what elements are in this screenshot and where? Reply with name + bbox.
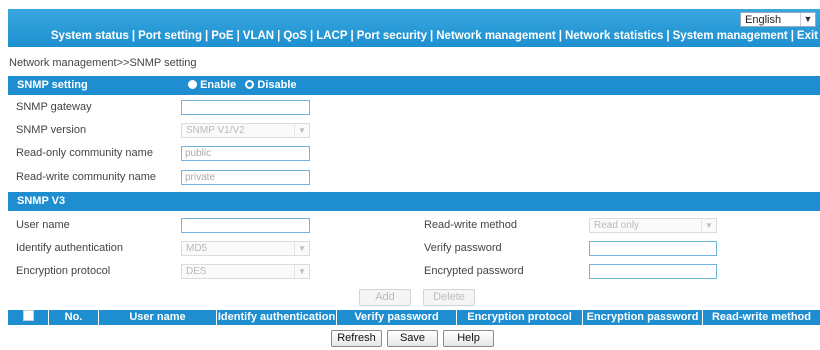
enable-radio[interactable]	[188, 80, 197, 89]
chevron-down-icon: ▼	[294, 242, 309, 255]
version-row: SNMP version SNMP V1/V2 ▼	[8, 119, 820, 142]
gateway-label: SNMP gateway	[16, 101, 92, 113]
snmp-setting-header: SNMP setting Enable Disable	[8, 76, 820, 95]
verify-password-label: Verify password	[424, 242, 502, 254]
language-select[interactable]: English ▼	[740, 12, 816, 27]
breadcrumb: Network management>>SNMP setting	[9, 57, 197, 69]
section-title: SNMP V3	[17, 195, 66, 207]
col-user-name: User name	[98, 310, 216, 325]
nav-qos[interactable]: QoS	[283, 30, 307, 42]
section-title: SNMP setting	[17, 79, 88, 91]
v3-row-2: Identify authentication MD5 ▼ Verify pas…	[8, 237, 820, 260]
enable-label: Enable	[200, 79, 237, 91]
rw-method-value: Read only	[594, 220, 640, 231]
help-button[interactable]: Help	[443, 330, 494, 347]
rw-method-label: Read-write method	[424, 219, 517, 231]
gateway-row: SNMP gateway	[8, 96, 820, 119]
gateway-input[interactable]	[181, 100, 310, 115]
select-all-checkbox[interactable]	[22, 310, 34, 321]
col-encryption-protocol: Encryption protocol	[456, 310, 582, 325]
col-no: No.	[48, 310, 98, 325]
nav-network-statistics[interactable]: Network statistics	[565, 30, 663, 42]
enc-protocol-select[interactable]: DES ▼	[181, 264, 310, 279]
ro-community-row: Read-only community name public	[8, 142, 820, 165]
auth-value: MD5	[186, 243, 208, 254]
nav-lacp[interactable]: LACP	[316, 30, 347, 42]
col-verify-password: Verify password	[336, 310, 456, 325]
nav-port-security[interactable]: Port security	[357, 30, 427, 42]
col-encryption-password: Encryption password	[582, 310, 702, 325]
chevron-down-icon: ▼	[701, 219, 716, 232]
top-nav-bar: English ▼ System status | Port setting | PoE…	[8, 9, 820, 47]
snmp-enable-radio-group: Enable Disable	[188, 76, 297, 95]
col-read-write-method: Read-write method	[702, 310, 820, 325]
nav-poe[interactable]: PoE	[211, 30, 233, 42]
version-label: SNMP version	[16, 124, 87, 136]
user-table-header: No. User name Identify authentication Ve…	[8, 310, 820, 325]
auth-select[interactable]: MD5 ▼	[181, 241, 310, 256]
v3-row-3: Encryption protocol DES ▼ Encrypted pass…	[8, 260, 820, 283]
nav-system-status[interactable]: System status	[51, 30, 129, 42]
disable-radio[interactable]	[245, 80, 255, 89]
v3-row-1: User name Read-write method Read only ▼	[8, 214, 820, 237]
version-value: SNMP V1/V2	[186, 125, 245, 136]
chevron-down-icon: ▼	[294, 265, 309, 278]
col-identify-authentication: Identify authentication	[216, 310, 336, 325]
ro-community-input[interactable]: public	[181, 146, 310, 161]
nav-vlan[interactable]: VLAN	[243, 30, 274, 42]
username-label: User name	[16, 219, 70, 231]
rw-method-select[interactable]: Read only ▼	[589, 218, 717, 233]
ro-community-label: Read-only community name	[16, 147, 153, 159]
refresh-button[interactable]: Refresh	[331, 330, 382, 347]
select-all-cell	[8, 310, 48, 325]
nav-exit[interactable]: Exit	[797, 30, 818, 42]
disable-label: Disable	[257, 79, 297, 91]
nav-network-management[interactable]: Network management	[436, 30, 556, 42]
username-input[interactable]	[181, 218, 310, 233]
enc-password-label: Encrypted password	[424, 265, 524, 277]
nav-port-setting[interactable]: Port setting	[138, 30, 202, 42]
chevron-down-icon: ▼	[294, 124, 309, 137]
delete-button[interactable]: Delete	[423, 289, 475, 306]
auth-label: Identify authentication	[16, 242, 124, 254]
rw-community-input[interactable]: private	[181, 170, 310, 185]
add-button[interactable]: Add	[359, 289, 411, 306]
nav-system-management[interactable]: System management	[673, 30, 788, 42]
rw-community-label: Read-write community name	[16, 171, 156, 183]
language-value: English	[745, 14, 782, 26]
snmp-v3-header: SNMP V3	[8, 192, 820, 211]
rw-community-row: Read-write community name private	[8, 166, 820, 189]
version-select[interactable]: SNMP V1/V2 ▼	[181, 123, 310, 138]
chevron-down-icon: ▼	[800, 13, 815, 26]
enc-protocol-label: Encryption protocol	[16, 265, 111, 277]
main-menu: System status | Port setting | PoE | VLAN | QoS |…	[50, 30, 818, 42]
enc-protocol-value: DES	[186, 266, 207, 277]
verify-password-input[interactable]	[589, 241, 717, 256]
enc-password-input[interactable]	[589, 264, 717, 279]
save-button[interactable]: Save	[387, 330, 438, 347]
